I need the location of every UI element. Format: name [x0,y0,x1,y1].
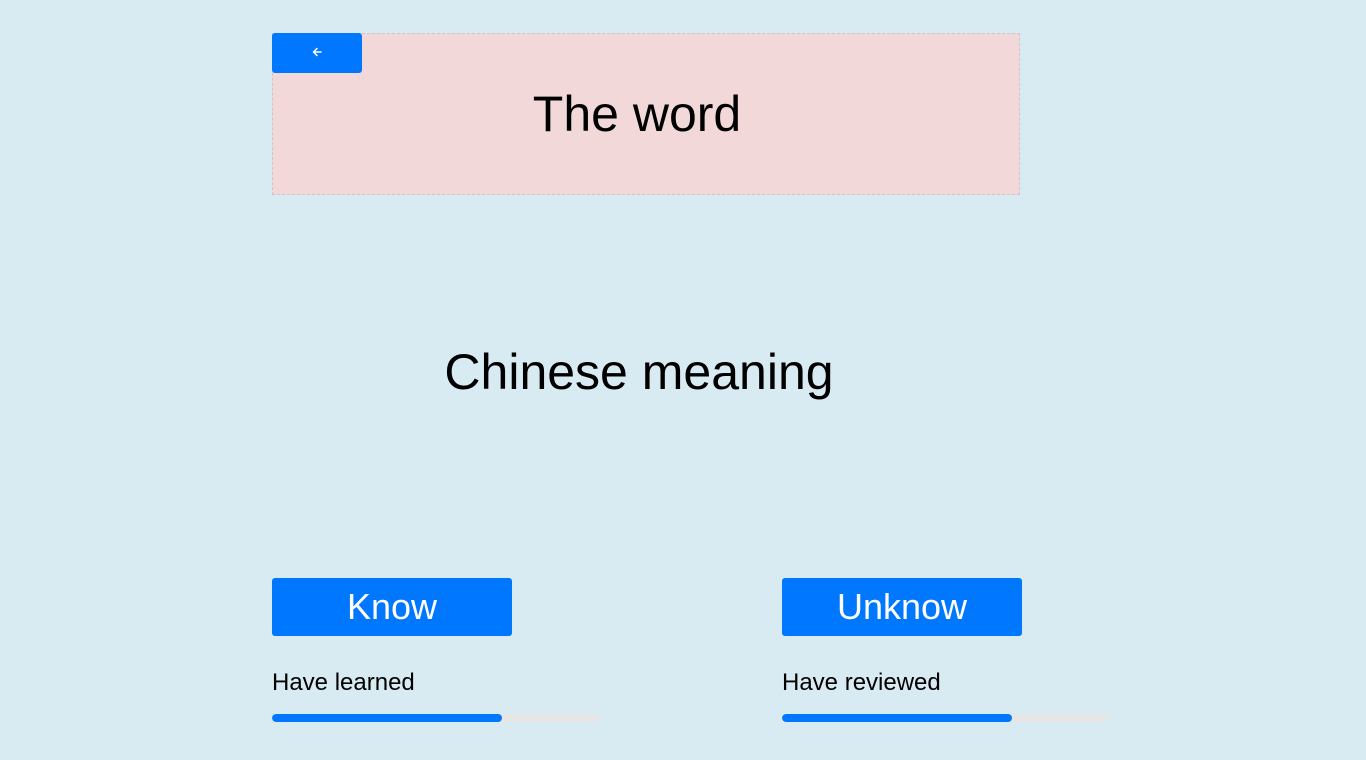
learned-progress-bar [272,714,600,722]
reviewed-progress-bar [782,714,1110,722]
know-button[interactable]: Know [272,578,512,636]
reviewed-progress-fill [782,714,1012,722]
back-button[interactable] [272,33,362,73]
unknow-button[interactable]: Unknow [782,578,1022,636]
reviewed-label: Have reviewed [782,669,941,696]
meaning-text: Chinese meaning [444,344,834,400]
word-text: The word [532,86,742,142]
flashcard-app: The word Chinese meaning Know Unknow Hav… [0,0,1366,760]
learned-label: Have learned [272,669,415,696]
arrow-left-icon [311,46,323,61]
learned-progress-fill [272,714,502,722]
